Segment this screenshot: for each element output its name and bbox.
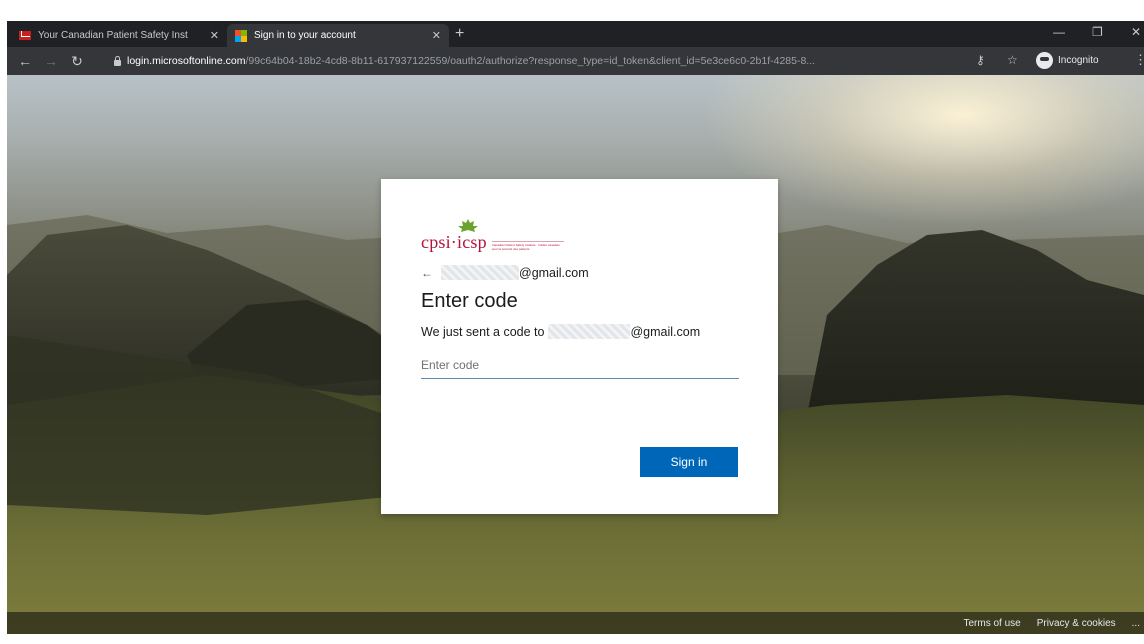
message-email-domain: @gmail.com	[630, 324, 701, 339]
incognito-icon	[1036, 52, 1053, 69]
incognito-badge[interactable]: Incognito	[1036, 52, 1099, 69]
tab-strip: Your Canadian Patient Safety Inst ✕ Sign…	[7, 21, 1144, 47]
maple-leaf-icon	[458, 219, 478, 232]
cpsi-logo: cpsi·icsp Canadian Patient Safety Instit…	[421, 219, 738, 251]
url-host: login.microsoftonline.com	[127, 55, 246, 67]
code-input[interactable]	[421, 352, 739, 379]
sign-in-card: cpsi·icsp Canadian Patient Safety Instit…	[381, 179, 778, 514]
logo-text: cpsi·icsp	[421, 232, 487, 252]
menu-kebab-icon[interactable]: ⋮	[1134, 52, 1144, 68]
back-arrow-icon[interactable]: ←	[17, 53, 33, 69]
key-icon[interactable]: ⚷	[976, 53, 985, 67]
back-arrow-icon[interactable]: ←	[421, 266, 433, 280]
browser-toolbar: ← → ↻ login.microsoftonline.com /99c64b0…	[7, 47, 1144, 75]
microsoft-icon	[235, 29, 247, 42]
page-title: Enter code	[421, 290, 518, 312]
minimize-button[interactable]: —	[1053, 25, 1065, 39]
footer-bar: Terms of use Privacy & cookies ...	[7, 612, 1144, 634]
redacted-username	[441, 265, 519, 280]
terms-of-use-link[interactable]: Terms of use	[963, 618, 1020, 629]
page-background: cpsi·icsp Canadian Patient Safety Instit…	[7, 75, 1144, 634]
tab-gmail[interactable]: Your Canadian Patient Safety Inst ✕	[11, 24, 227, 47]
restore-button[interactable]: ❐	[1092, 25, 1103, 39]
address-bar[interactable]: login.microsoftonline.com /99c64b04-18b2…	[110, 50, 966, 72]
new-tab-button[interactable]: +	[455, 25, 464, 43]
star-icon[interactable]: ☆	[1007, 53, 1018, 67]
message-prefix: We just sent a code to	[421, 324, 545, 339]
sign-in-button[interactable]: Sign in	[640, 447, 738, 477]
close-window-button[interactable]: ✕	[1131, 25, 1141, 39]
forward-arrow-icon[interactable]: →	[43, 53, 59, 69]
tab-title: Your Canadian Patient Safety Inst	[38, 30, 188, 41]
close-icon[interactable]: ✕	[432, 29, 441, 42]
reload-icon[interactable]: ↻	[69, 53, 85, 70]
code-sent-message: We just sent a code to @gmail.com	[421, 324, 738, 339]
gmail-icon	[19, 31, 31, 40]
identity-banner[interactable]: ← @gmail.com	[421, 265, 738, 280]
url-path: /99c64b04-18b2-4cd8-8b11-617937122559/oa…	[245, 55, 816, 67]
more-options-button[interactable]: ...	[1132, 618, 1140, 629]
incognito-label: Incognito	[1058, 55, 1099, 66]
logo-tagline: Canadian Patient Safety Institute · Inst…	[491, 241, 564, 251]
tab-sign-in[interactable]: Sign in to your account ✕	[227, 24, 449, 47]
lock-icon	[114, 56, 121, 66]
close-icon[interactable]: ✕	[210, 29, 219, 42]
browser-window: Your Canadian Patient Safety Inst ✕ Sign…	[7, 21, 1144, 634]
account-email-domain: @gmail.com	[519, 265, 589, 280]
privacy-cookies-link[interactable]: Privacy & cookies	[1037, 618, 1116, 629]
tab-title: Sign in to your account	[254, 30, 356, 41]
redacted-username	[548, 324, 631, 339]
